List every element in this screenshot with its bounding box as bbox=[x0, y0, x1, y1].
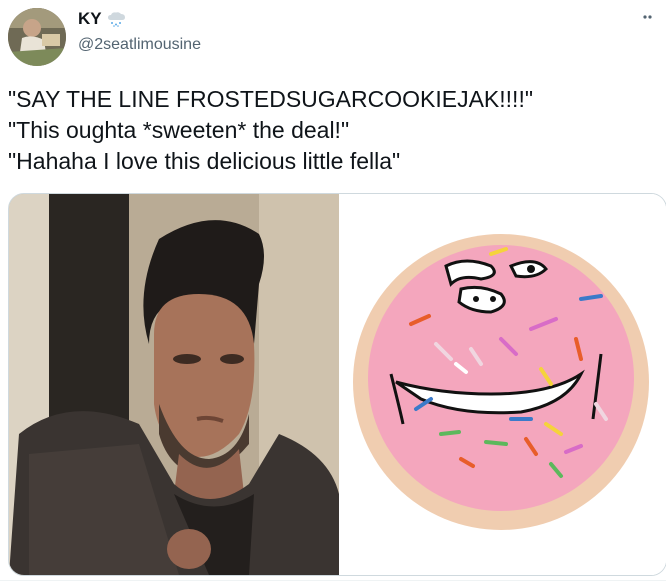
author-display-name[interactable]: KY bbox=[78, 9, 102, 29]
tweet-line-3: "Hahaha I love this delicious little fel… bbox=[8, 148, 401, 174]
media-image-sugar-cookie-drawing[interactable] bbox=[341, 194, 666, 575]
more-options-icon[interactable] bbox=[630, 10, 652, 24]
tweet-text: "SAY THE LINE FROSTEDSUGARCOOKIEJAK!!!!"… bbox=[8, 84, 648, 177]
tweet-divider bbox=[0, 580, 666, 581]
media-image-man-portrait[interactable] bbox=[9, 194, 339, 575]
avatar-photo bbox=[8, 8, 66, 66]
tweet-media[interactable] bbox=[8, 193, 666, 576]
avatar[interactable] bbox=[8, 8, 66, 66]
tweet-line-1: "SAY THE LINE FROSTEDSUGARCOOKIEJAK!!!!" bbox=[8, 86, 534, 112]
author-name-row[interactable]: KY bbox=[78, 9, 128, 29]
snow-cloud-icon bbox=[106, 11, 128, 27]
tweet-line-2: "This oughta *sweeten* the deal!" bbox=[8, 117, 350, 143]
author-handle[interactable]: @2seatlimousine bbox=[78, 36, 201, 54]
